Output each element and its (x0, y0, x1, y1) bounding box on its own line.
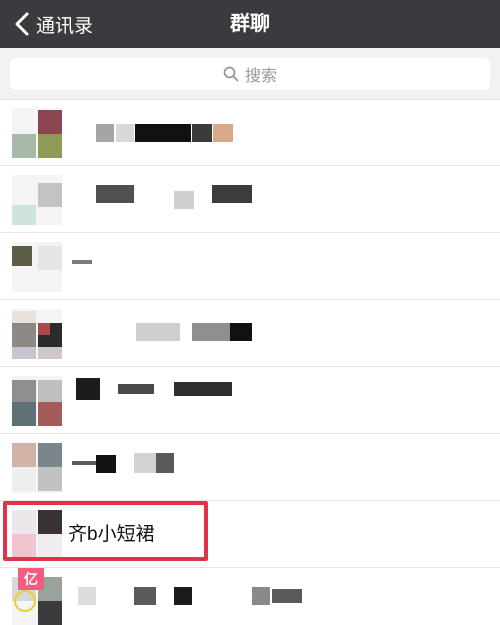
group-row[interactable] (0, 435, 500, 501)
nav-bar: 通讯录 群聊 (0, 0, 500, 48)
search-input[interactable]: 搜索 (10, 58, 490, 90)
search-icon (223, 66, 239, 82)
back-label: 通讯录 (36, 15, 94, 37)
back-button[interactable]: 通讯录 (12, 0, 93, 48)
group-row[interactable]: 齐b小短裙 (0, 502, 500, 568)
group-avatar (12, 376, 62, 426)
group-avatar (12, 309, 62, 359)
group-avatar (12, 510, 62, 560)
group-row[interactable] (0, 569, 500, 625)
ring-icon (14, 590, 36, 612)
group-name: 齐b小短裙 (68, 524, 155, 545)
group-row[interactable] (0, 234, 500, 300)
group-avatar (12, 175, 62, 225)
group-row[interactable] (0, 301, 500, 367)
group-avatar (12, 443, 62, 493)
group-row[interactable] (0, 167, 500, 233)
group-row[interactable] (0, 100, 500, 166)
overlay-tag: 亿 (18, 568, 44, 590)
group-avatar (12, 108, 62, 158)
search-placeholder: 搜索 (244, 68, 277, 85)
group-row[interactable] (0, 368, 500, 434)
group-avatar (12, 242, 62, 292)
chevron-left-icon (15, 12, 29, 36)
search-bar: 搜索 (0, 48, 500, 100)
